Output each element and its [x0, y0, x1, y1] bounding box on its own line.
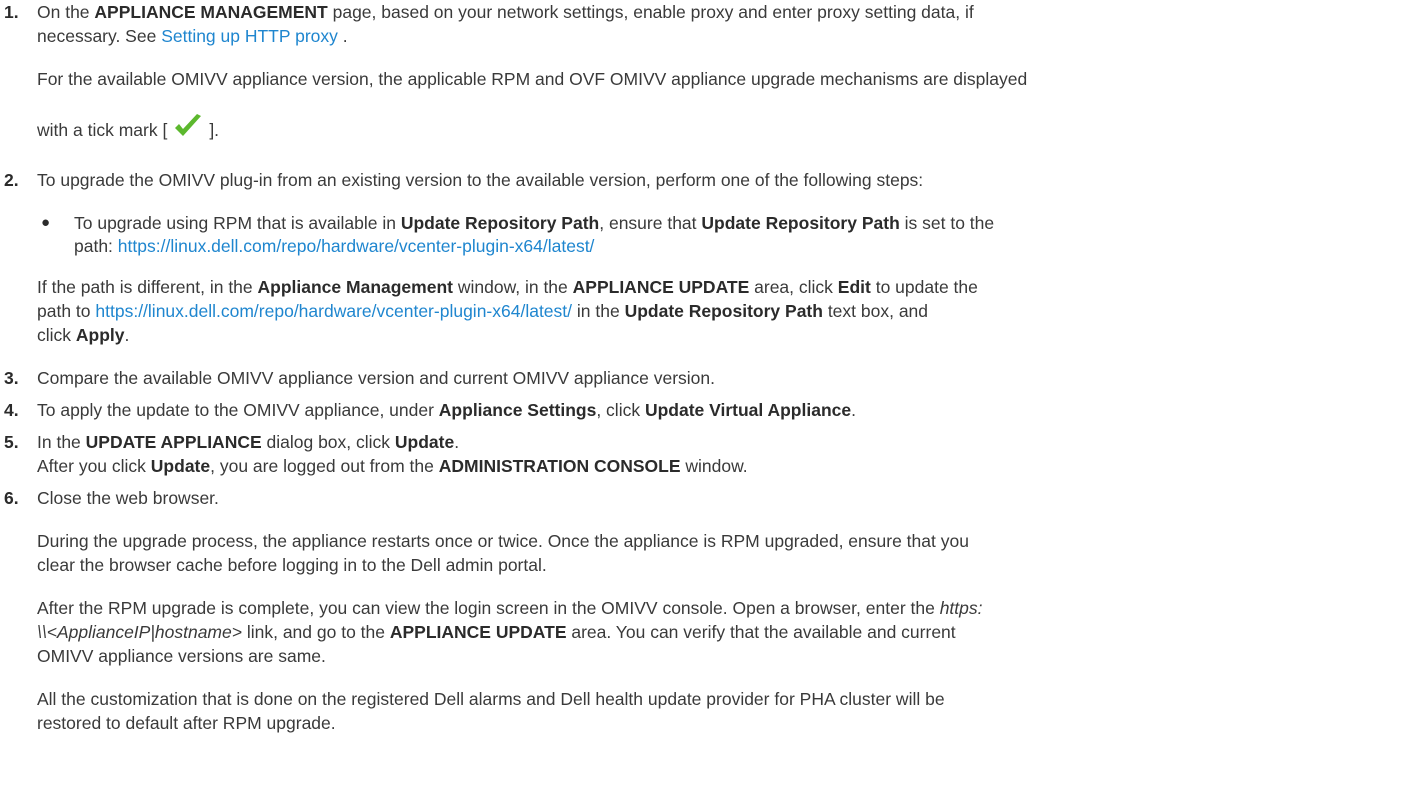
step-number: 1.: [4, 2, 19, 22]
step-6-text: Close the web browser.: [37, 488, 219, 508]
step-4-text: To apply the update to the OMIVV applian…: [37, 400, 856, 420]
setting-up-http-proxy-link[interactable]: Setting up HTTP proxy: [161, 26, 338, 46]
step-number: 2.: [4, 170, 19, 190]
step-2-note-line-1: If the path is different, in the Applian…: [37, 277, 978, 297]
step-1-text-line-1: On the APPLIANCE MANAGEMENT page, based …: [37, 2, 974, 22]
step-2-note-line-3: click Apply.: [37, 325, 130, 345]
step-6-note-2-line-2: \\<ApplianceIP|hostname> link, and go to…: [37, 622, 956, 642]
step-1-text-line-2: necessary. See Setting up HTTP proxy .: [37, 26, 348, 46]
step-1-note-line-1: For the available OMIVV appliance versio…: [37, 69, 1028, 89]
repository-path-link[interactable]: https://linux.dell.com/repo/hardware/vce…: [95, 301, 572, 321]
step-5-text-line-2: After you click Update, you are logged o…: [37, 456, 748, 476]
step-6-note-2-line-1: After the RPM upgrade is complete, you c…: [37, 598, 983, 618]
step-number: 5.: [4, 432, 19, 452]
step-number: 4.: [4, 400, 19, 420]
step-number: 6.: [4, 488, 19, 508]
step-3-text: Compare the available OMIVV appliance ve…: [37, 368, 715, 388]
step-2-note-line-2: path to https://linux.dell.com/repo/hard…: [37, 301, 929, 321]
bullet-icon: ●: [41, 214, 51, 231]
step-2-bullet-line-1: To upgrade using RPM that is available i…: [74, 213, 995, 233]
step-6-note-1-line-1: During the upgrade process, the applianc…: [37, 531, 969, 551]
step-2-text-line-1: To upgrade the OMIVV plug-in from an exi…: [37, 170, 924, 190]
step-1-note-line-2: with a tick mark [].: [37, 114, 219, 146]
step-6-note-2-line-3: OMIVV appliance versions are same.: [37, 646, 326, 666]
check-mark-icon: [173, 114, 203, 146]
step-2-bullet-line-2: path: https://linux.dell.com/repo/hardwa…: [74, 236, 595, 256]
step-6-note-3-line-2: restored to default after RPM upgrade.: [37, 713, 336, 733]
step-5-text-line-1: In the UPDATE APPLIANCE dialog box, clic…: [37, 432, 460, 452]
repository-path-link[interactable]: https://linux.dell.com/repo/hardware/vce…: [118, 236, 595, 256]
step-6-note-1-line-2: clear the browser cache before logging i…: [37, 555, 547, 575]
step-6-note-3-line-1: All the customization that is done on th…: [37, 689, 945, 709]
step-number: 3.: [4, 368, 19, 388]
